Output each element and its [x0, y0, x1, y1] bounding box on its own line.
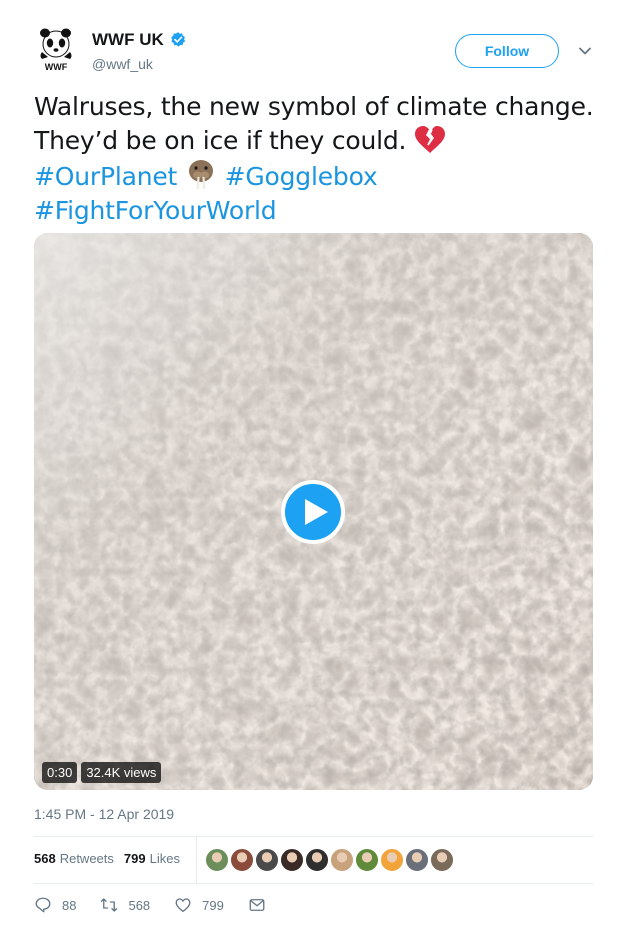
hashtag-link[interactable]: #FightForYourWorld [34, 196, 277, 225]
name-row: WWF UK [92, 30, 187, 50]
video-view-count: 32.4K views [81, 762, 162, 783]
liker-avatar[interactable] [430, 848, 454, 872]
liker-avatar[interactable] [355, 848, 379, 872]
likes-count: 799 [123, 851, 146, 866]
retweet-action[interactable]: 568 [100, 896, 150, 914]
tweet-text-line-3: #OurPlanet #Gogglebox [34, 158, 604, 194]
hashtag-link[interactable]: #Gogglebox [225, 162, 378, 191]
liker-avatar[interactable] [405, 848, 429, 872]
envelope-icon [249, 899, 265, 911]
retweets-count: 568 [34, 851, 56, 866]
follow-button[interactable]: Follow [455, 34, 559, 68]
broken-heart-emoji-icon [415, 126, 446, 153]
tweet-text: Walruses, the new symbol of climate chan… [34, 90, 604, 228]
liker-avatar[interactable] [330, 848, 354, 872]
retweet-count: 568 [128, 897, 151, 913]
tweet-text-line-1: Walruses, the new symbol of climate chan… [34, 92, 594, 121]
divider [34, 836, 593, 837]
tweet-text-line-2: They’d be on ice if they could. [34, 124, 604, 158]
verified-badge-icon [170, 32, 185, 47]
liker-avatar[interactable] [230, 848, 254, 872]
liker-avatar[interactable] [380, 848, 404, 872]
direct-message-action[interactable] [248, 896, 276, 914]
chevron-down-icon[interactable] [578, 44, 592, 58]
retweets-stat[interactable]: 568 Retweets [34, 851, 114, 866]
liker-avatar[interactable] [205, 848, 229, 872]
liker-avatars [205, 848, 455, 872]
tweet-text-line-4: #FightForYourWorld [34, 194, 604, 228]
tweet-card: WWF WWF UK @wwf_uk Follow Walruses, the … [0, 0, 633, 925]
walrus-face-emoji-icon [188, 160, 213, 189]
reply-count: 88 [62, 897, 77, 913]
video-duration: 0:30 [42, 762, 78, 783]
retweets-label: Retweets [59, 851, 114, 866]
retweet-icon [101, 898, 118, 912]
likes-stat[interactable]: 799 Likes [124, 851, 180, 866]
engagement-stats: 568 Retweets 799 Likes [34, 851, 190, 866]
like-count: 799 [202, 897, 224, 913]
liker-avatar[interactable] [280, 848, 304, 872]
like-action[interactable]: 799 [174, 896, 224, 914]
wwf-panda-logo-avatar[interactable]: WWF [34, 26, 78, 72]
play-icon [304, 499, 328, 525]
divider [34, 883, 593, 884]
tweet-text-line-2-text: They’d be on ice if they could. [34, 126, 407, 155]
liker-avatar[interactable] [305, 848, 329, 872]
tweet-actions: 88 568 799 [34, 896, 300, 914]
video-badges: 0:30 32.4K views [42, 762, 162, 783]
svg-text:WWF: WWF [45, 62, 68, 72]
display-name[interactable]: WWF UK [92, 30, 164, 50]
heart-icon [175, 898, 191, 913]
play-button[interactable] [281, 480, 345, 544]
stats-separator [196, 837, 197, 883]
likes-label: Likes [149, 851, 180, 866]
reply-icon [35, 897, 51, 913]
tweet-timestamp[interactable]: 1:45 PM - 12 Apr 2019 [34, 806, 174, 822]
user-handle[interactable]: @wwf_uk [92, 56, 153, 72]
video-player[interactable]: 0:30 32.4K views [34, 233, 593, 790]
liker-avatar[interactable] [255, 848, 279, 872]
hashtag-link[interactable]: #OurPlanet [34, 162, 177, 191]
reply-action[interactable]: 88 [34, 896, 76, 914]
